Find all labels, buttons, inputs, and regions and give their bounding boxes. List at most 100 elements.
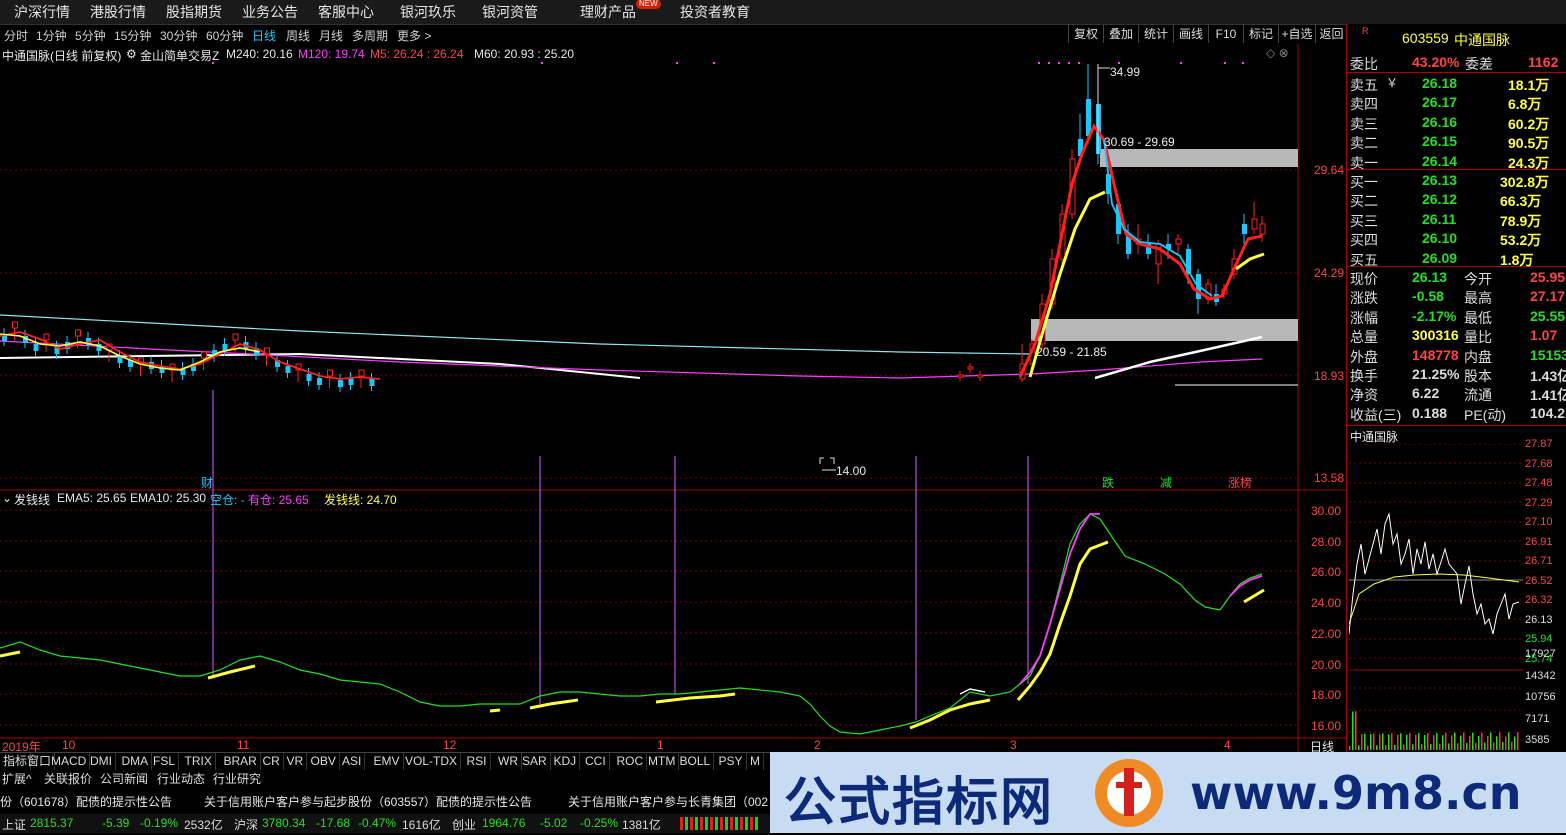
mark-button[interactable]: 标记 xyxy=(1243,25,1278,43)
ask-row[interactable]: 卖三 26.16 60.2万 xyxy=(1350,113,1566,132)
stat-label: 现价 xyxy=(1350,271,1378,287)
index-bar: 上证 2815.37 -5.39 -0.19% 2532亿 沪深 3780.34… xyxy=(0,814,770,833)
indicator-tab[interactable]: CCI xyxy=(582,753,610,770)
stat-row[interactable]: 净资 6.22 流通 1.41亿 xyxy=(1350,384,1566,403)
intraday-volume-bar xyxy=(1427,732,1429,750)
stat-row[interactable]: 换手 21.25% 股本 1.43亿 xyxy=(1350,365,1566,384)
f10-button[interactable]: F10 xyxy=(1208,25,1243,43)
period-monthly[interactable]: 月线 xyxy=(319,27,343,44)
indicator-tab[interactable]: M xyxy=(747,753,764,770)
indicator-tab[interactable]: BOLL xyxy=(677,753,715,770)
indicator-tab[interactable]: OBV xyxy=(308,753,340,770)
stat-value: 1.43亿 xyxy=(1530,368,1566,384)
stat-row[interactable]: 涨跌 -0.58 最高 27.17 xyxy=(1350,287,1566,306)
extension-tab[interactable]: 行业动态 xyxy=(157,771,205,787)
period-1min[interactable]: 1分钟 xyxy=(36,27,67,44)
indicator-tab[interactable]: BRAR xyxy=(221,753,261,770)
stats-button[interactable]: 统计 xyxy=(1138,25,1173,43)
nav-index-futures[interactable]: 股指期货 xyxy=(166,2,222,22)
stat-value: 148778 xyxy=(1412,346,1459,363)
indicator-tab[interactable]: RSI xyxy=(464,753,491,770)
indicator-tab[interactable]: VR xyxy=(284,753,308,770)
indicator-tab[interactable]: DMA xyxy=(119,753,153,770)
extension-tab[interactable]: 关联报价 xyxy=(44,771,92,787)
period-more[interactable]: 更多 > xyxy=(397,27,431,44)
indicator-tab[interactable]: FSL xyxy=(150,753,180,770)
indicator-tab[interactable]: MACD xyxy=(48,753,91,770)
index-name[interactable]: 上证 xyxy=(2,816,26,833)
indicator-tab[interactable]: TRIX xyxy=(182,753,216,770)
stat-label: 涨幅 xyxy=(1350,309,1378,326)
nav-wealth-products[interactable]: 理财产品 xyxy=(580,2,636,22)
nav-hk-market[interactable]: 港股行情 xyxy=(90,2,146,22)
intraday-chart[interactable] xyxy=(1349,444,1523,750)
period-multi[interactable]: 多周期 xyxy=(352,27,388,44)
period-5min[interactable]: 5分钟 xyxy=(75,27,106,44)
kline-chart[interactable] xyxy=(0,44,1346,752)
period-daily[interactable]: 日线 xyxy=(252,27,276,44)
extension-tab[interactable]: 行业研究 xyxy=(213,771,261,787)
extension-tab[interactable]: 公司新闻 xyxy=(100,771,148,787)
period-60min[interactable]: 60分钟 xyxy=(206,27,243,44)
bid-row[interactable]: 买二 26.12 66.3万 xyxy=(1350,190,1566,209)
nav-yinhe-jiule[interactable]: 银河玖乐 xyxy=(400,2,456,22)
nav-hs-market[interactable]: 沪深行情 xyxy=(14,2,70,22)
ask-volume: 60.2万 xyxy=(1508,115,1550,132)
period-30min[interactable]: 30分钟 xyxy=(160,27,197,44)
sub-tick: 28.00 xyxy=(1311,535,1342,549)
bid-row[interactable]: 买五 26.09 1.8万 xyxy=(1350,249,1566,268)
bid-row[interactable]: 买三 26.11 78.9万 xyxy=(1350,210,1566,229)
indicator-tab[interactable]: KDJ xyxy=(551,753,581,770)
stat-row[interactable]: 外盘 148778 内盘 151538 xyxy=(1350,346,1566,365)
ask-price: 26.17 xyxy=(1422,94,1458,111)
stat-row[interactable]: 涨幅 -2.17% 最低 25.55 xyxy=(1350,307,1566,326)
indicator-tab[interactable]: DMI xyxy=(87,753,116,770)
add-watchlist-button[interactable]: +自选 xyxy=(1278,25,1315,43)
index-value: 1964.76 xyxy=(482,816,526,830)
price-tick: 29.64 xyxy=(1314,163,1345,177)
period-weekly[interactable]: 周线 xyxy=(286,27,310,44)
bid-row[interactable]: 买一 26.13 302.8万 xyxy=(1350,171,1566,190)
stat-row[interactable]: 收益(三) 0.188 PE(动) 104.2 xyxy=(1350,404,1566,423)
draw-line-button[interactable]: 画线 xyxy=(1173,25,1208,43)
indicator-tab[interactable]: PSY xyxy=(716,753,747,770)
period-fenshi[interactable]: 分时 xyxy=(4,27,28,44)
indicator-tab[interactable]: EMV xyxy=(371,753,404,770)
sub-collapse-icon[interactable]: ⌄ xyxy=(2,491,12,505)
back-button[interactable]: 返回 xyxy=(1315,25,1347,43)
intraday-volume-bar xyxy=(1361,734,1363,750)
intraday-price-tick: 27.29 xyxy=(1525,496,1553,509)
indicator-tab[interactable]: ROC xyxy=(614,753,648,770)
restore-rights-button[interactable]: 复权 xyxy=(1068,25,1103,43)
nav-service[interactable]: 客服中心 xyxy=(318,2,374,22)
candle-body xyxy=(1242,224,1247,234)
indicator-tab[interactable]: WR xyxy=(495,753,522,770)
news-item[interactable]: 关于信用账户客户参与起步股份（603557）配债的提示性公告 xyxy=(204,793,532,810)
nav-yinhe-asset[interactable]: 银河资管 xyxy=(482,2,538,22)
overlay-button[interactable]: 叠加 xyxy=(1103,25,1138,43)
index-name[interactable]: 创业 xyxy=(452,816,476,833)
nav-announcements[interactable]: 业务公告 xyxy=(242,2,298,22)
ask-row[interactable]: 卖二 26.15 90.5万 xyxy=(1350,132,1566,151)
stat-row[interactable]: 现价 26.13 今开 25.95 xyxy=(1350,268,1566,287)
period-15min[interactable]: 15分钟 xyxy=(114,27,151,44)
bid-row[interactable]: 买四 26.10 53.2万 xyxy=(1350,229,1566,248)
indicator-tab[interactable]: SAR xyxy=(519,753,551,770)
index-name[interactable]: 沪深 xyxy=(234,816,258,833)
indicator-tab[interactable]: CR xyxy=(260,753,284,770)
bid-label: 买三 xyxy=(1350,212,1378,229)
ask-row[interactable]: 卖四 26.17 6.8万 xyxy=(1350,93,1566,112)
indicator-tab[interactable]: VOL-TDX xyxy=(402,753,462,770)
ask-row[interactable]: 卖一 26.14 24.3万 xyxy=(1350,152,1566,171)
nav-investor-edu[interactable]: 投资者教育 xyxy=(680,2,750,22)
news-item[interactable]: 份（601678）配债的提示性公告 xyxy=(0,793,172,810)
time-label: 11 xyxy=(237,738,250,752)
market-breadth-bar xyxy=(680,817,760,830)
indicator-tab[interactable]: ASI xyxy=(339,753,366,770)
indicator-tab[interactable]: MTM xyxy=(645,753,680,770)
stat-row[interactable]: 总量 300316 量比 1.07 xyxy=(1350,326,1566,345)
ask-row[interactable]: 卖五 26.18 18.1万 xyxy=(1350,74,1566,93)
news-item[interactable]: 关于信用账户客户参与长青集团（002 xyxy=(568,793,768,810)
sub-indicator-name[interactable]: 发钱线 xyxy=(14,491,50,508)
extension-tab[interactable]: 扩展^ xyxy=(2,771,32,787)
